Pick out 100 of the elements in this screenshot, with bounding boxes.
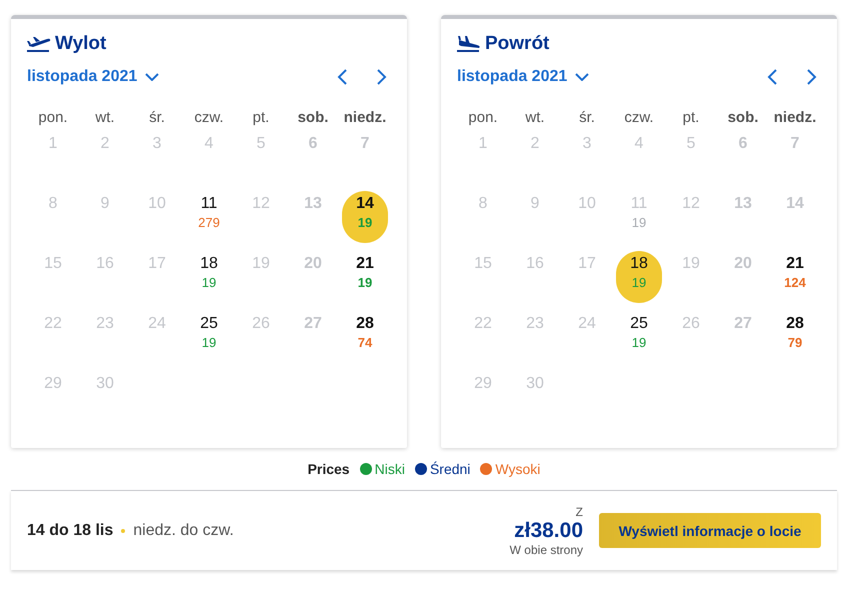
day-price: 19 (632, 275, 646, 290)
day-number: 5 (256, 135, 266, 153)
day-price: 279 (198, 215, 220, 230)
chevron-down-icon (575, 73, 590, 81)
day-number: 25 (630, 315, 648, 333)
day-price: 19 (632, 215, 646, 230)
day-number: 3 (152, 135, 162, 153)
day-number: 23 (96, 315, 114, 333)
day-price: 19 (202, 275, 216, 290)
weekday-range: niedz. do czw. (133, 522, 234, 540)
day-number: 22 (44, 315, 62, 333)
calendar-day[interactable]: 21 124 (772, 251, 818, 303)
weekday-label: niedz. (774, 108, 816, 128)
day-number: 19 (252, 255, 270, 273)
day-number: 4 (634, 135, 644, 153)
day-number: 6 (738, 135, 748, 153)
day-number: 18 (200, 255, 218, 273)
day-number: 13 (734, 195, 752, 213)
calendar-day[interactable]: 14 19 (342, 191, 388, 243)
weekday-label: czw. (194, 108, 224, 128)
chevron-down-icon (145, 73, 160, 81)
price-prefix: Z (576, 504, 583, 518)
day-number: 27 (734, 315, 752, 333)
day-price: 19 (358, 215, 372, 230)
chevron-right-icon (377, 69, 387, 85)
day-number: 10 (148, 195, 166, 213)
day-number: 30 (96, 375, 114, 393)
plane-icon (457, 35, 481, 53)
weekday-label: pt. (682, 108, 700, 128)
legend-title: Prices (308, 461, 350, 477)
day-number: 2 (530, 135, 540, 153)
day-number: 13 (304, 195, 322, 213)
day-number: 5 (686, 135, 696, 153)
weekday-label: śr. (149, 108, 165, 128)
flight-info-button[interactable]: Wyświetl informacje o locie (599, 513, 821, 548)
day-number: 3 (582, 135, 592, 153)
day-price: 19 (632, 335, 646, 350)
calendar-day[interactable]: 28 79 (772, 311, 818, 363)
day-number: 9 (100, 195, 110, 213)
weekday-label: pon. (38, 108, 68, 128)
day-number: 12 (682, 195, 700, 213)
weekday-label: sob. (728, 108, 758, 128)
day-number: 7 (360, 135, 370, 153)
day-number: 19 (682, 255, 700, 273)
calendar-day[interactable]: 25 19 (616, 311, 662, 363)
day-number: 17 (148, 255, 166, 273)
day-number: 22 (474, 315, 492, 333)
day-number: 14 (356, 195, 374, 213)
day-number: 15 (44, 255, 62, 273)
day-number: 24 (578, 315, 596, 333)
day-number: 12 (252, 195, 270, 213)
weekday-label: czw. (624, 108, 654, 128)
month-selector[interactable]: listopada 2021 (457, 68, 590, 86)
calendar-day[interactable]: 25 19 (186, 311, 232, 363)
chevron-left-icon (337, 69, 347, 85)
day-number: 29 (44, 375, 62, 393)
calendar-day[interactable]: 18 19 (616, 251, 662, 303)
weekday-label: sob. (298, 108, 328, 128)
day-number: 18 (630, 255, 648, 273)
day-number: 20 (304, 255, 322, 273)
day-number: 16 (526, 255, 544, 273)
day-number: 28 (786, 315, 804, 333)
day-number: 28 (356, 315, 374, 333)
day-price: 74 (358, 335, 372, 350)
price-note: W obie strony (510, 542, 583, 556)
day-price: 19 (202, 335, 216, 350)
day-price: 124 (784, 275, 806, 290)
day-number: 29 (474, 375, 492, 393)
day-number: 9 (530, 195, 540, 213)
day-number: 17 (578, 255, 596, 273)
day-number: 10 (578, 195, 596, 213)
date-range: 14 do 18 lis (27, 522, 114, 540)
legend-label: Wysoki (495, 461, 540, 477)
calendar-day[interactable]: 18 19 (186, 251, 232, 303)
legend-label: Średni (430, 461, 470, 477)
day-number: 30 (526, 375, 544, 393)
day-number: 8 (48, 195, 58, 213)
weekday-label: śr. (579, 108, 595, 128)
weekday-label: wt. (525, 108, 545, 128)
calendar-day[interactable]: 21 19 (342, 251, 388, 303)
calendar-day[interactable]: 11 279 (186, 191, 232, 243)
weekday-label: pon. (468, 108, 498, 128)
day-number: 11 (200, 195, 218, 213)
day-number: 26 (252, 315, 270, 333)
plane-icon (27, 35, 51, 53)
day-price: 79 (788, 335, 802, 350)
weekday-label: niedz. (344, 108, 386, 128)
day-price: 19 (358, 275, 372, 290)
chevron-left-icon (767, 69, 777, 85)
day-number: 14 (786, 195, 804, 213)
day-number: 20 (734, 255, 752, 273)
day-number: 7 (790, 135, 800, 153)
chevron-right-icon (807, 69, 817, 85)
day-number: 15 (474, 255, 492, 273)
total-price: zł38.00 (514, 518, 583, 542)
day-number: 8 (478, 195, 488, 213)
month-selector[interactable]: listopada 2021 (27, 68, 160, 86)
calendar-day[interactable]: 28 74 (342, 311, 388, 363)
separator-dot (121, 528, 126, 532)
day-number: 11 (630, 195, 648, 213)
